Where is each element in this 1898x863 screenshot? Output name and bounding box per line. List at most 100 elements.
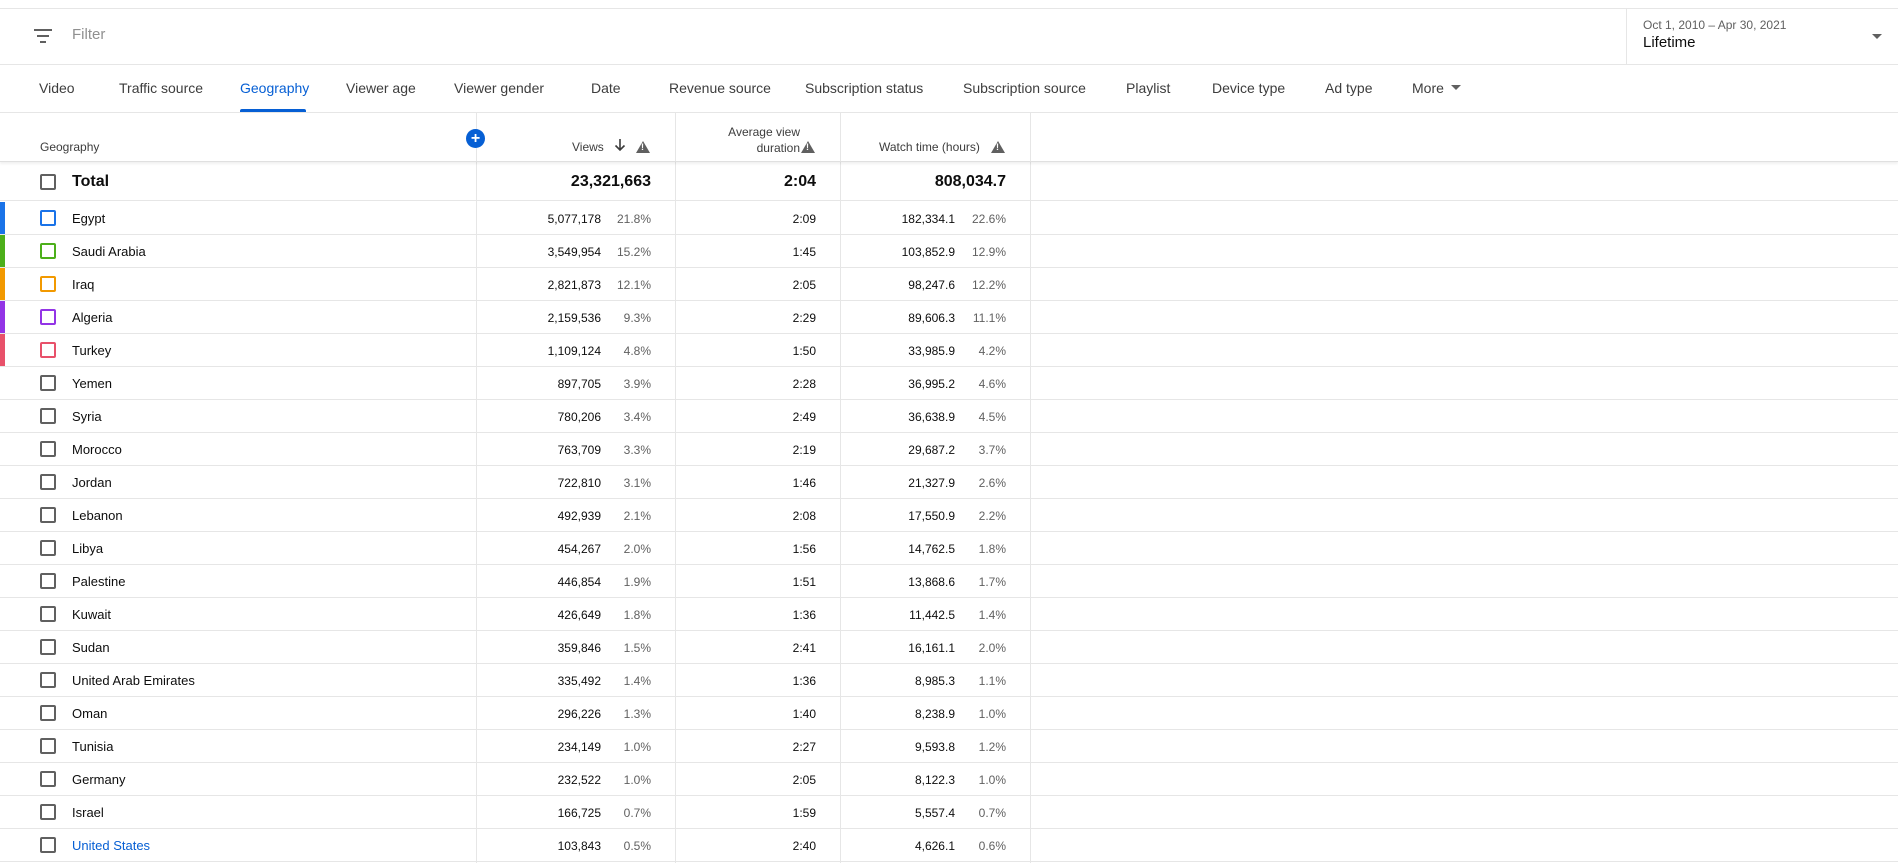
country-name: Saudi Arabia [72,244,146,259]
table-row[interactable]: Saudi Arabia 3,549,954 15.2% 1:45 103,852.9 1… [0,235,1898,268]
country-name: Oman [72,706,108,721]
watch-time-percent: 4.2% [978,344,1006,358]
tab-geography[interactable]: Geography [240,80,309,96]
table-row[interactable]: Egypt 5,077,178 21.8% 2:09 182,334.1 22.6% [0,202,1898,235]
watch-time-percent: 1.7% [978,575,1006,589]
watch-time-value: 103,852.9 [901,245,955,259]
header-views[interactable]: Views [572,140,604,154]
country-name[interactable]: United States [72,838,150,853]
tab-playlist[interactable]: Playlist [1126,80,1170,96]
table-row[interactable]: Jordan 722,810 3.1% 1:46 21,327.9 2.6% [0,466,1898,499]
warning-icon[interactable] [991,141,1005,153]
table-row[interactable]: Syria 780,206 3.4% 2:49 36,638.9 4.5% [0,400,1898,433]
series-color-bar [0,334,5,366]
views-value: 3,549,954 [547,245,601,259]
table-row[interactable]: Iraq 2,821,873 12.1% 2:05 98,247.6 12.2% [0,268,1898,301]
row-checkbox[interactable] [40,210,56,226]
watch-time-value: 13,868.6 [908,575,955,589]
row-checkbox[interactable] [40,408,56,424]
watch-time-value: 11,442.5 [909,608,955,622]
table-row[interactable]: Lebanon 492,939 2.1% 2:08 17,550.9 2.2% [0,499,1898,532]
date-range-picker[interactable]: Oct 1, 2010 – Apr 30, 2021 Lifetime [1626,9,1898,65]
watch-time-percent: 2.6% [978,476,1006,490]
row-checkbox[interactable] [40,276,56,292]
add-metric-button[interactable]: + [466,129,485,148]
row-checkbox[interactable] [40,375,56,391]
views-value: 780,206 [557,410,601,424]
table-row[interactable]: Palestine 446,854 1.9% 1:51 13,868.6 1.7% [0,565,1898,598]
views-value: 1,109,124 [547,344,601,358]
row-checkbox[interactable] [40,573,56,589]
row-checkbox[interactable] [40,738,56,754]
avg-duration-value: 2:29 [792,311,816,325]
avg-duration-value: 1:50 [792,344,816,358]
country-name: Kuwait [72,607,112,622]
row-checkbox[interactable] [40,639,56,655]
warning-icon[interactable] [801,141,815,153]
filter-input[interactable]: Filter [72,26,105,43]
table-row[interactable]: Morocco 763,709 3.3% 2:19 29,687.2 3.7% [0,433,1898,466]
row-checkbox[interactable] [40,606,56,622]
table-row[interactable]: United States 103,843 0.5% 2:40 4,626.1 0.6% [0,829,1898,862]
table-row[interactable]: Libya 454,267 2.0% 1:56 14,762.5 1.8% [0,532,1898,565]
table-row[interactable]: Algeria 2,159,536 9.3% 2:29 89,606.3 11.1% [0,301,1898,334]
table-row[interactable]: Yemen 897,705 3.9% 2:28 36,995.2 4.6% [0,367,1898,400]
row-checkbox[interactable] [40,441,56,457]
row-checkbox[interactable] [40,771,56,787]
watch-time-percent: 12.9% [971,245,1006,259]
row-checkbox[interactable] [40,309,56,325]
avg-duration-value: 2:08 [792,509,816,523]
row-checkbox[interactable] [40,540,56,556]
watch-time-value: 16,161.1 [908,641,955,655]
views-value: 454,267 [557,542,601,556]
table-row[interactable]: United Arab Emirates 335,492 1.4% 1:36 8,985… [0,664,1898,697]
tab-revenue-source[interactable]: Revenue source [669,80,771,96]
row-checkbox[interactable] [40,837,56,853]
row-checkbox[interactable] [40,474,56,490]
table-row[interactable]: Tunisia 234,149 1.0% 2:27 9,593.8 1.2% [0,730,1898,763]
warning-icon[interactable] [636,141,650,153]
tab-date[interactable]: Date [591,80,621,96]
tab-ad-type[interactable]: Ad type [1325,80,1372,96]
header-geography[interactable]: Geography [40,140,99,154]
filter-icon[interactable] [34,29,54,43]
watch-time-value: 36,638.9 [908,410,955,424]
watch-time-value: 8,238.9 [914,707,955,721]
table-row[interactable]: Sudan 359,846 1.5% 2:41 16,161.1 2.0% [0,631,1898,664]
country-name: Morocco [72,442,122,457]
table-row[interactable]: Kuwait 426,649 1.8% 1:36 11,442.5 1.4% [0,598,1898,631]
tab-viewer-age[interactable]: Viewer age [346,80,416,96]
tab-video[interactable]: Video [39,80,75,96]
tab-device-type[interactable]: Device type [1212,80,1285,96]
tab-subscription-source[interactable]: Subscription source [963,80,1086,96]
filter-bar: Filter Oct 1, 2010 – Apr 30, 2021 Lifeti… [0,9,1898,65]
country-name: Egypt [72,211,106,226]
views-percent: 21.8% [616,212,651,226]
tab-subscription-status[interactable]: Subscription status [805,80,923,96]
table-row[interactable]: Germany 232,522 1.0% 2:05 8,122.3 1.0% [0,763,1898,796]
header-average-view-duration[interactable]: Average view duration [700,124,800,156]
row-checkbox[interactable] [40,672,56,688]
views-value: 446,854 [557,575,601,589]
row-checkbox[interactable] [40,342,56,358]
total-row: Total 23,321,663 2:04 808,034.7 [0,163,1898,201]
tab-more[interactable]: More [1412,80,1444,96]
watch-time-value: 36,995.2 [908,377,955,391]
row-checkbox[interactable] [40,243,56,259]
watch-time-percent: 4.5% [978,410,1006,424]
total-checkbox[interactable] [40,174,56,190]
header-watch-time[interactable]: Watch time (hours) [879,140,980,154]
row-checkbox[interactable] [40,705,56,721]
avg-duration-value: 1:36 [792,674,816,688]
table-row[interactable]: Israel 166,725 0.7% 1:59 5,557.4 0.7% [0,796,1898,829]
row-checkbox[interactable] [40,804,56,820]
views-value: 103,843 [557,839,601,853]
tab-viewer-gender[interactable]: Viewer gender [454,80,544,96]
table-row[interactable]: Turkey 1,109,124 4.8% 1:50 33,985.9 4.2% [0,334,1898,367]
avg-duration-value: 2:28 [792,377,816,391]
row-checkbox[interactable] [40,507,56,523]
sort-arrow-down-icon[interactable] [614,138,626,152]
watch-time-percent: 12.2% [971,278,1006,292]
tab-traffic-source[interactable]: Traffic source [119,80,203,96]
table-row[interactable]: Oman 296,226 1.3% 1:40 8,238.9 1.0% [0,697,1898,730]
